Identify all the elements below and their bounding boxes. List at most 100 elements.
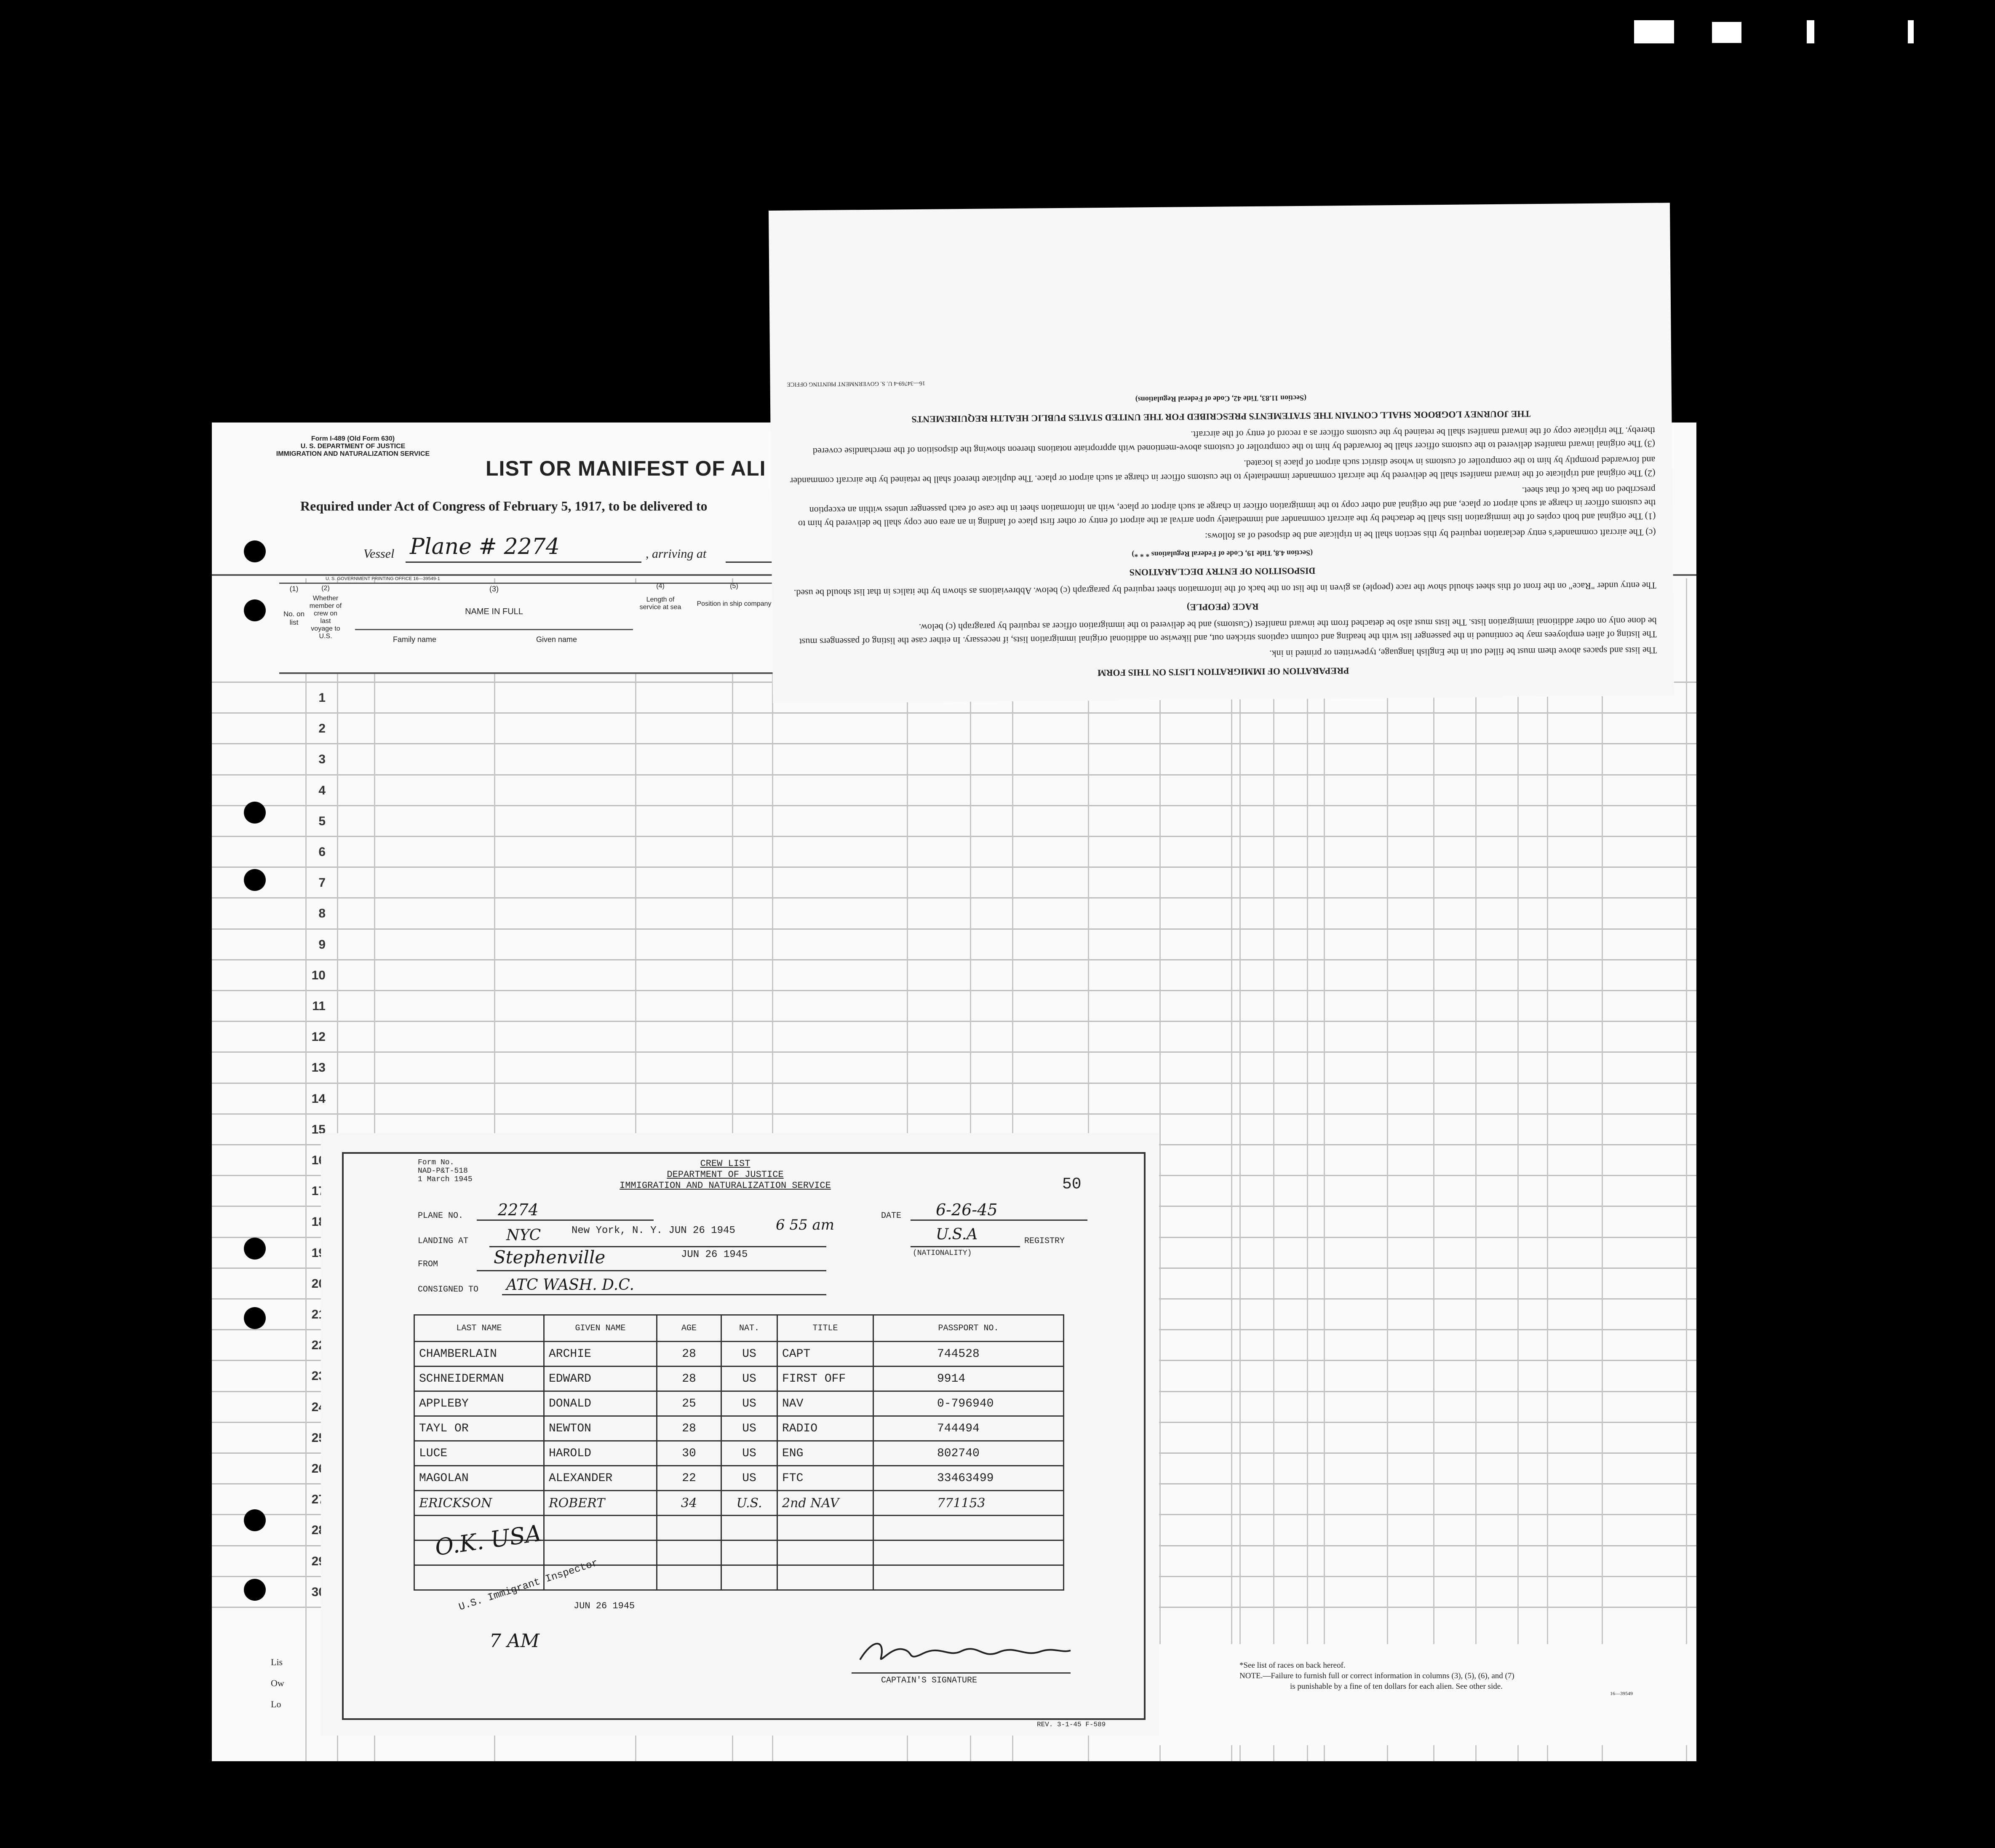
crew-title-cell: FTC [777,1465,874,1491]
col-1-header: (1) No. on list [283,585,305,626]
crew-age-cell: 25 [656,1391,722,1417]
crew-row: CHAMBERLAIN ARCHIE 28 US CAPT 744528 [414,1341,1064,1367]
crew-age-cell: 22 [656,1465,722,1491]
landing-stamp: New York, N. Y. JUN 26 1945 [572,1225,735,1236]
flap-printing: 16—34769-4 U. S. GOVERNMENT PRINTING OFF… [787,380,926,388]
crew-row: ERICKSON ROBERT 34 U.S. 2nd NAV 771153 [414,1490,1064,1516]
manifest-row-number: 24 [311,1400,326,1414]
crew-passport-cell: 0-796940 [873,1391,1064,1417]
race-header: RACE (PEOPLE) [1186,601,1259,613]
crew-title-cell: RADIO [777,1415,874,1441]
manifest-row-number: 30 [311,1585,326,1599]
manifest-row-number: 6 [318,845,326,859]
manifest-row-number: 19 [311,1246,326,1260]
punch-hole [244,540,266,562]
form-id-line-1: Form I-489 (Old Form 630) [311,435,395,442]
crew-service: IMMIGRATION AND NATURALIZATION SERVICE [620,1180,831,1191]
crew-title-cell: NAV [777,1391,874,1417]
manifest-row-number: 8 [318,907,326,920]
bottom-label-3: Lo [271,1699,281,1709]
manifest-row-number: 13 [311,1061,326,1075]
flap-header: PREPARATION OF IMMIGRATION LISTS ON THIS… [1097,666,1349,679]
crew-nat-cell: US [721,1415,778,1441]
crew-passport-cell [873,1515,1064,1541]
landing-time: 6 55 am [776,1217,835,1233]
journey-subheader: (Section 11.83, Title 42, Code of Federa… [1135,393,1307,404]
col-2-header: (2) Whether member of crew on last voyag… [309,585,342,640]
nationality-label: (NATIONALITY) [913,1249,972,1257]
flap-paragraph-7: (3) The original inward manifest deliver… [812,425,1656,457]
crew-given-name-cell [543,1540,657,1566]
registry-label: REGISTRY [1024,1236,1065,1246]
header-given-name: GIVEN NAME [543,1314,657,1342]
crew-title-cell: FIRST OFF [777,1366,874,1392]
manifest-row-number: 17 [311,1184,326,1198]
manifest-row-number: 20 [311,1277,326,1291]
header-age: AGE [656,1314,722,1342]
inspector-time: 7 AM [489,1630,539,1652]
crew-last-name-cell: APPLEBY [414,1391,545,1417]
manifest-row-number: 29 [311,1554,326,1568]
manifest-row-number: 28 [311,1523,326,1537]
flap-paragraph-2: The listing of alien employees may be co… [799,615,1657,647]
crew-nat-cell [721,1565,778,1591]
crew-form-no: Form No. NAD-P&T-518 1 March 1945 [418,1158,473,1184]
crew-passport-cell: 33463499 [873,1465,1064,1491]
scan-mark [1712,22,1741,43]
crew-row: TAYL OR NEWTON 28 US RADIO 744494 [414,1415,1064,1441]
footnote-1: *See list of races on back hereof. [1239,1661,1346,1670]
instructions-flap: PREPARATION OF IMMIGRATION LISTS ON THIS… [769,203,1675,703]
manifest-row-number: 27 [311,1492,326,1506]
crew-title-cell [777,1515,874,1541]
bottom-label-1: Lis [271,1657,283,1667]
header-title: TITLE [777,1314,874,1342]
footnote-2: NOTE.—Failure to furnish full or correct… [1239,1671,1514,1680]
crew-given-name-cell: NEWTON [543,1415,657,1441]
form-id-line-3: IMMIGRATION AND NATURALIZATION SERVICE [276,450,430,457]
crew-passport-cell [873,1565,1064,1591]
punch-hole [244,599,266,621]
consigned-label: CONSIGNED TO [418,1285,479,1294]
header-last-name: LAST NAME [414,1314,545,1342]
consigned-value: ATC WASH. D.C. [506,1276,634,1294]
crew-last-name-cell: MAGOLAN [414,1465,545,1491]
crew-passport-cell: 802740 [873,1440,1064,1466]
footnote-3: is punishable by a fine of ten dollars f… [1290,1682,1503,1691]
disposition-subheader: (Section 4.8, Title 19, Code of Federal … [1132,548,1313,559]
manifest-row-number: 12 [311,1030,326,1044]
family-name-label: Family name [393,635,437,644]
header-passport: PASSPORT NO. [873,1314,1064,1342]
footnote-code: 16—39549 [1610,1690,1633,1696]
crew-title-cell [777,1540,874,1566]
scan-mark [1908,20,1914,43]
crew-nat-cell: US [721,1440,778,1466]
col-4-header: (4) Length of service at sea [639,583,681,611]
manifest-title: LIST OR MANIFEST OF ALI [486,457,766,480]
crew-title-block: CREW LIST DEPARTMENT OF JUSTICE IMMIGRAT… [590,1158,860,1191]
crew-passport-cell: 744494 [873,1415,1064,1441]
from-value: Stephenville [494,1247,606,1268]
printing-note: U. S. GOVERNMENT PRINTING OFFICE 16—3954… [326,576,440,581]
crew-dept: DEPARTMENT OF JUSTICE [667,1169,784,1180]
manifest-row-number: 21 [311,1308,326,1321]
col-5-header: (5) Position in ship company [697,583,772,607]
punch-hole [244,1579,266,1601]
crew-nat-cell [721,1515,778,1541]
crew-nat-cell: US [721,1391,778,1417]
manifest-row-number: 10 [311,968,326,982]
crew-given-name-cell [543,1515,657,1541]
manifest-row-number: 14 [311,1092,326,1106]
manifest-row-number: 25 [311,1431,326,1445]
form-id-block: Form I-489 (Old Form 630) U. S. DEPARTME… [269,435,437,458]
manifest-row-number: 1 [318,691,326,705]
col-3-header: (3) NAME IN FULL [465,585,523,616]
crew-age-cell [656,1515,722,1541]
crew-passport-cell: 744528 [873,1341,1064,1367]
crew-last-name-cell: CHAMBERLAIN [414,1341,545,1367]
crew-given-name-cell: ARCHIE [543,1341,657,1367]
crew-row: SCHNEIDERMAN EDWARD 28 US FIRST OFF 9914 [414,1366,1064,1392]
date-value: 6-26-45 [936,1201,998,1219]
crew-given-name-cell: DONALD [543,1391,657,1417]
crew-title-cell [777,1565,874,1591]
plane-label: PLANE NO. [418,1211,464,1221]
